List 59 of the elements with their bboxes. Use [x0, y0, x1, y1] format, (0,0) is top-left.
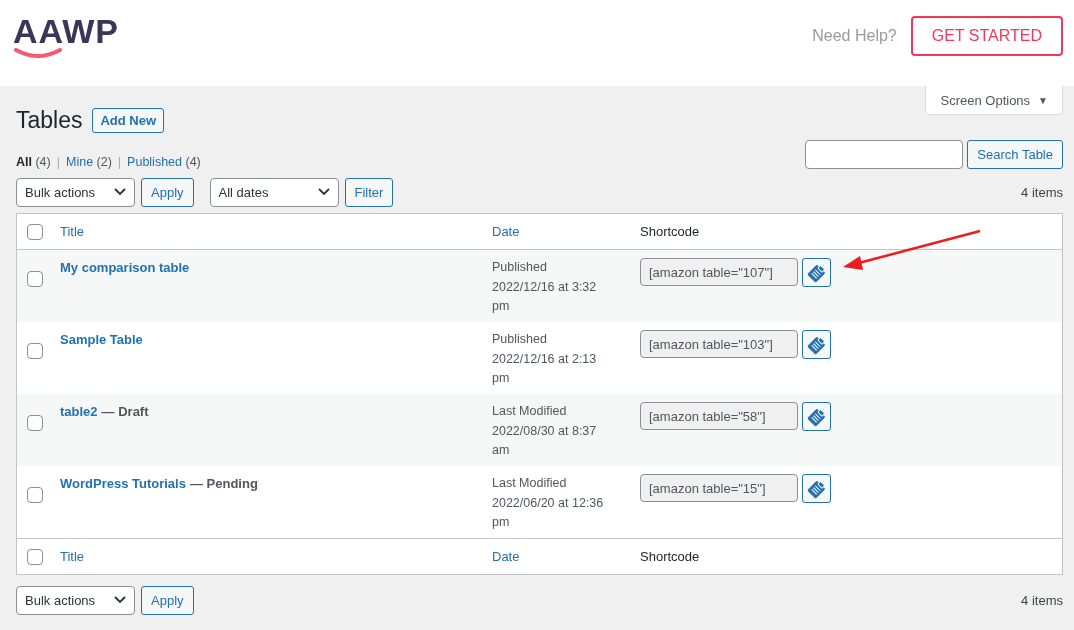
checkbox[interactable]: [27, 271, 43, 287]
search-table-button[interactable]: Search Table: [967, 140, 1063, 169]
clipboard-icon: [806, 262, 827, 283]
separator: |: [117, 155, 122, 169]
chevron-down-icon: [114, 188, 126, 196]
bulk-actions-dropdown[interactable]: Bulk actions: [16, 585, 135, 615]
search-field[interactable]: [805, 140, 964, 169]
column-header: Shortcode: [640, 549, 700, 564]
filter-button[interactable]: Filter: [344, 177, 394, 207]
shortcode-field[interactable]: [amazon table="58"]: [640, 402, 798, 430]
items-count: 4 items: [1021, 592, 1063, 608]
screen-options-tab[interactable]: Screen Options ▼: [925, 86, 1063, 115]
chevron-down-icon: [317, 188, 330, 196]
separator: |: [56, 155, 60, 169]
view-filter-link[interactable]: Published (4): [127, 155, 201, 169]
checkbox[interactable]: [27, 415, 43, 431]
chevron-down-icon: [114, 596, 126, 604]
column-header[interactable]: Title: [60, 224, 85, 239]
checkbox[interactable]: [27, 343, 43, 359]
page-title: Tables: [16, 107, 83, 134]
column-header[interactable]: Date: [492, 224, 520, 239]
copy-shortcode-button[interactable]: [802, 330, 831, 359]
logo-text: AAWP: [13, 14, 119, 48]
date-text: Published 2022/12/16 at 3:32 pm: [492, 259, 598, 315]
column-header: Shortcode: [640, 224, 700, 239]
view-filter-link[interactable]: All (4): [16, 155, 51, 169]
checkbox[interactable]: [27, 223, 43, 240]
apply-button[interactable]: Apply: [141, 177, 194, 207]
post-status: — Pending: [189, 476, 258, 491]
apply-button[interactable]: Apply: [141, 585, 194, 615]
clipboard-icon: [806, 478, 827, 499]
column-header[interactable]: Date: [492, 549, 520, 564]
copy-shortcode-button[interactable]: [802, 402, 831, 431]
date-text: Last Modified 2022/08/30 at 8:37 am: [492, 403, 598, 459]
clipboard-icon: [806, 334, 827, 355]
shortcode-field[interactable]: [amazon table="15"]: [640, 474, 798, 502]
view-filter-link[interactable]: Mine (2): [66, 155, 112, 169]
get-started-button[interactable]: GET STARTED: [910, 16, 1063, 56]
table-title-link[interactable]: My comparison table: [60, 260, 190, 275]
smile-swoosh-icon: [13, 48, 63, 58]
table-title-link[interactable]: Sample Table: [60, 332, 143, 347]
shortcode-field[interactable]: [amazon table="103"]: [640, 330, 798, 358]
column-header[interactable]: Title: [60, 549, 85, 564]
items-count: 4 items: [1021, 184, 1063, 200]
checkbox[interactable]: [27, 487, 43, 503]
bulk-actions-dropdown[interactable]: Bulk actions: [16, 177, 135, 207]
shortcode-field[interactable]: [amazon table="107"]: [640, 258, 798, 286]
post-status: — Draft: [101, 404, 149, 419]
copy-shortcode-button[interactable]: [802, 474, 831, 503]
table-title-link[interactable]: WordPress Tutorials: [60, 476, 186, 491]
help-text: Need Help?: [812, 27, 897, 45]
checkbox[interactable]: [27, 548, 43, 565]
table-title-link[interactable]: table2: [60, 404, 98, 419]
add-new-button[interactable]: Add New: [92, 108, 165, 133]
date-filter-dropdown[interactable]: All dates: [209, 177, 339, 207]
date-text: Last Modified 2022/06/20 at 12:36 pm: [492, 475, 604, 531]
clipboard-icon: [806, 406, 827, 427]
date-text: Published 2022/12/16 at 2:13 pm: [492, 331, 598, 387]
copy-shortcode-button[interactable]: [802, 258, 831, 287]
